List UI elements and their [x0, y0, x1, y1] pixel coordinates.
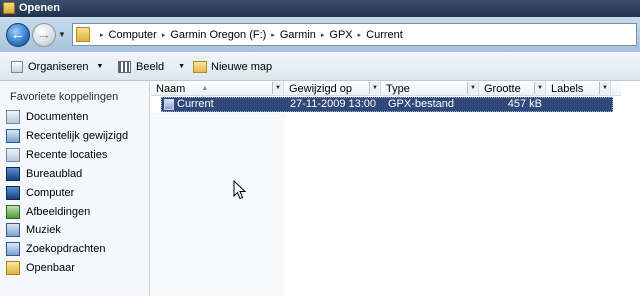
file-list-background: [151, 113, 285, 296]
sidebar-item-documenten[interactable]: Documenten: [6, 108, 88, 126]
breadcrumb-separator-icon[interactable]: ▸: [266, 31, 280, 39]
sidebar-item-label: Muziek: [26, 224, 61, 236]
organize-button[interactable]: Organiseren ▼: [11, 57, 103, 76]
column-header-modified[interactable]: Gewijzigd op ▼: [284, 81, 381, 96]
documents-icon: [6, 110, 20, 124]
column-header-labels[interactable]: Labels ▼: [546, 81, 611, 96]
breadcrumb-gpx[interactable]: GPX: [329, 29, 352, 41]
column-filter-dropdown[interactable]: ▼: [369, 82, 380, 94]
file-name: Current: [177, 98, 214, 110]
new-folder-label: Nieuwe map: [211, 60, 273, 73]
sidebar-item-label: Afbeeldingen: [26, 206, 91, 218]
folder-icon: [76, 27, 90, 42]
command-bar: Organiseren ▼ Beeld ▼ Nieuwe map: [0, 52, 640, 81]
navigation-bar: ← → ▼ ▸ Computer ▸ Garmin Oregon (F:) ▸ …: [0, 17, 640, 52]
sidebar-item-label: Documenten: [26, 111, 89, 123]
navigation-pane: Favoriete koppelingen Documenten Recente…: [0, 81, 150, 296]
file-modified: 27-11-2009 13:00: [290, 98, 377, 110]
column-header-label: Type: [386, 82, 410, 95]
column-filter-dropdown[interactable]: ▼: [599, 82, 610, 94]
recently-changed-icon: [6, 129, 20, 143]
pictures-icon: [6, 205, 20, 219]
column-header-row: Naam ▲ ▼ Gewijzigd op ▼ Type ▼ Grootte ▼…: [151, 81, 621, 96]
breadcrumb-current[interactable]: Current: [366, 29, 403, 41]
recent-places-icon: [6, 148, 20, 162]
column-header-name[interactable]: Naam ▲ ▼: [151, 81, 284, 96]
title-bar: Openen: [0, 0, 640, 17]
mouse-pointer-icon: [233, 180, 246, 200]
breadcrumb: ▸ Computer ▸ Garmin Oregon (F:) ▸ Garmin…: [95, 24, 403, 45]
column-header-label: Grootte: [484, 82, 521, 95]
folder-icon: [3, 2, 15, 14]
desktop-icon: [6, 167, 20, 181]
chevron-down-icon: ▼: [96, 63, 104, 70]
sidebar-item-recente-locaties[interactable]: Recente locaties: [6, 146, 107, 164]
sidebar-item-label: Bureaublad: [26, 168, 83, 180]
breadcrumb-garmin-oregon[interactable]: Garmin Oregon (F:): [170, 29, 266, 41]
column-filter-dropdown[interactable]: ▼: [534, 82, 545, 94]
forward-button[interactable]: →: [32, 23, 56, 47]
computer-icon: [6, 186, 20, 200]
views-button[interactable]: Beeld ▼: [118, 57, 185, 76]
sidebar-item-afbeeldingen[interactable]: Afbeeldingen: [6, 203, 90, 221]
new-folder-icon: [193, 60, 207, 73]
sidebar-item-label: Recentelijk gewijzigd: [26, 130, 129, 142]
window-title: Openen: [19, 2, 60, 14]
sidebar-item-bureaublad[interactable]: Bureaublad: [6, 165, 82, 183]
column-header-label: Naam: [156, 82, 186, 95]
sidebar-item-computer[interactable]: Computer: [6, 184, 74, 202]
column-header-type[interactable]: Type ▼: [381, 81, 479, 96]
favorite-links-heading: Favoriete koppelingen: [10, 91, 119, 103]
sidebar-item-zoekopdrachten[interactable]: Zoekopdrachten: [6, 240, 106, 258]
file-size: 457 kB: [507, 98, 542, 110]
views-icon: [118, 60, 131, 73]
sidebar-item-openbaar[interactable]: Openbaar: [6, 259, 75, 277]
column-header-size[interactable]: Grootte ▼: [479, 81, 546, 96]
public-folder-icon: [6, 261, 20, 275]
searches-icon: [6, 242, 20, 256]
organize-icon: [11, 60, 23, 73]
sort-ascending-icon: ▲: [201, 85, 209, 92]
column-filter-dropdown[interactable]: ▼: [467, 82, 478, 94]
breadcrumb-separator-icon[interactable]: ▸: [353, 31, 367, 39]
address-bar[interactable]: ▸ Computer ▸ Garmin Oregon (F:) ▸ Garmin…: [72, 23, 637, 46]
column-filter-dropdown[interactable]: ▼: [272, 82, 283, 94]
sidebar-item-label: Zoekopdrachten: [26, 243, 106, 255]
sidebar-item-label: Recente locaties: [26, 149, 108, 161]
music-icon: [6, 223, 20, 237]
back-button[interactable]: ←: [6, 23, 30, 47]
file-type: GPX-bestand: [388, 98, 455, 110]
breadcrumb-garmin[interactable]: Garmin: [280, 29, 316, 41]
views-label: Beeld: [136, 60, 165, 73]
organize-label: Organiseren: [28, 60, 89, 73]
breadcrumb-separator-icon[interactable]: ▸: [157, 31, 171, 39]
breadcrumb-computer[interactable]: Computer: [109, 29, 157, 41]
sidebar-item-label: Openbaar: [26, 262, 75, 274]
breadcrumb-separator-icon[interactable]: ▸: [95, 31, 109, 39]
column-header-label: Labels: [551, 82, 584, 95]
file-list: Naam ▲ ▼ Gewijzigd op ▼ Type ▼ Grootte ▼…: [151, 81, 640, 296]
file-row[interactable]: Current 27-11-2009 13:00 GPX-bestand 457…: [161, 97, 613, 112]
breadcrumb-separator-icon[interactable]: ▸: [316, 31, 330, 39]
new-folder-button[interactable]: Nieuwe map: [193, 57, 272, 76]
column-header-label: Gewijzigd op: [289, 82, 352, 95]
gpx-file-icon: [164, 99, 174, 110]
sidebar-item-label: Computer: [26, 187, 75, 199]
sidebar-item-recentelijk-gewijzigd[interactable]: Recentelijk gewijzigd: [6, 127, 128, 145]
history-dropdown-icon[interactable]: ▼: [58, 30, 66, 39]
chevron-down-icon: ▼: [178, 63, 186, 70]
sidebar-item-muziek[interactable]: Muziek: [6, 221, 61, 239]
